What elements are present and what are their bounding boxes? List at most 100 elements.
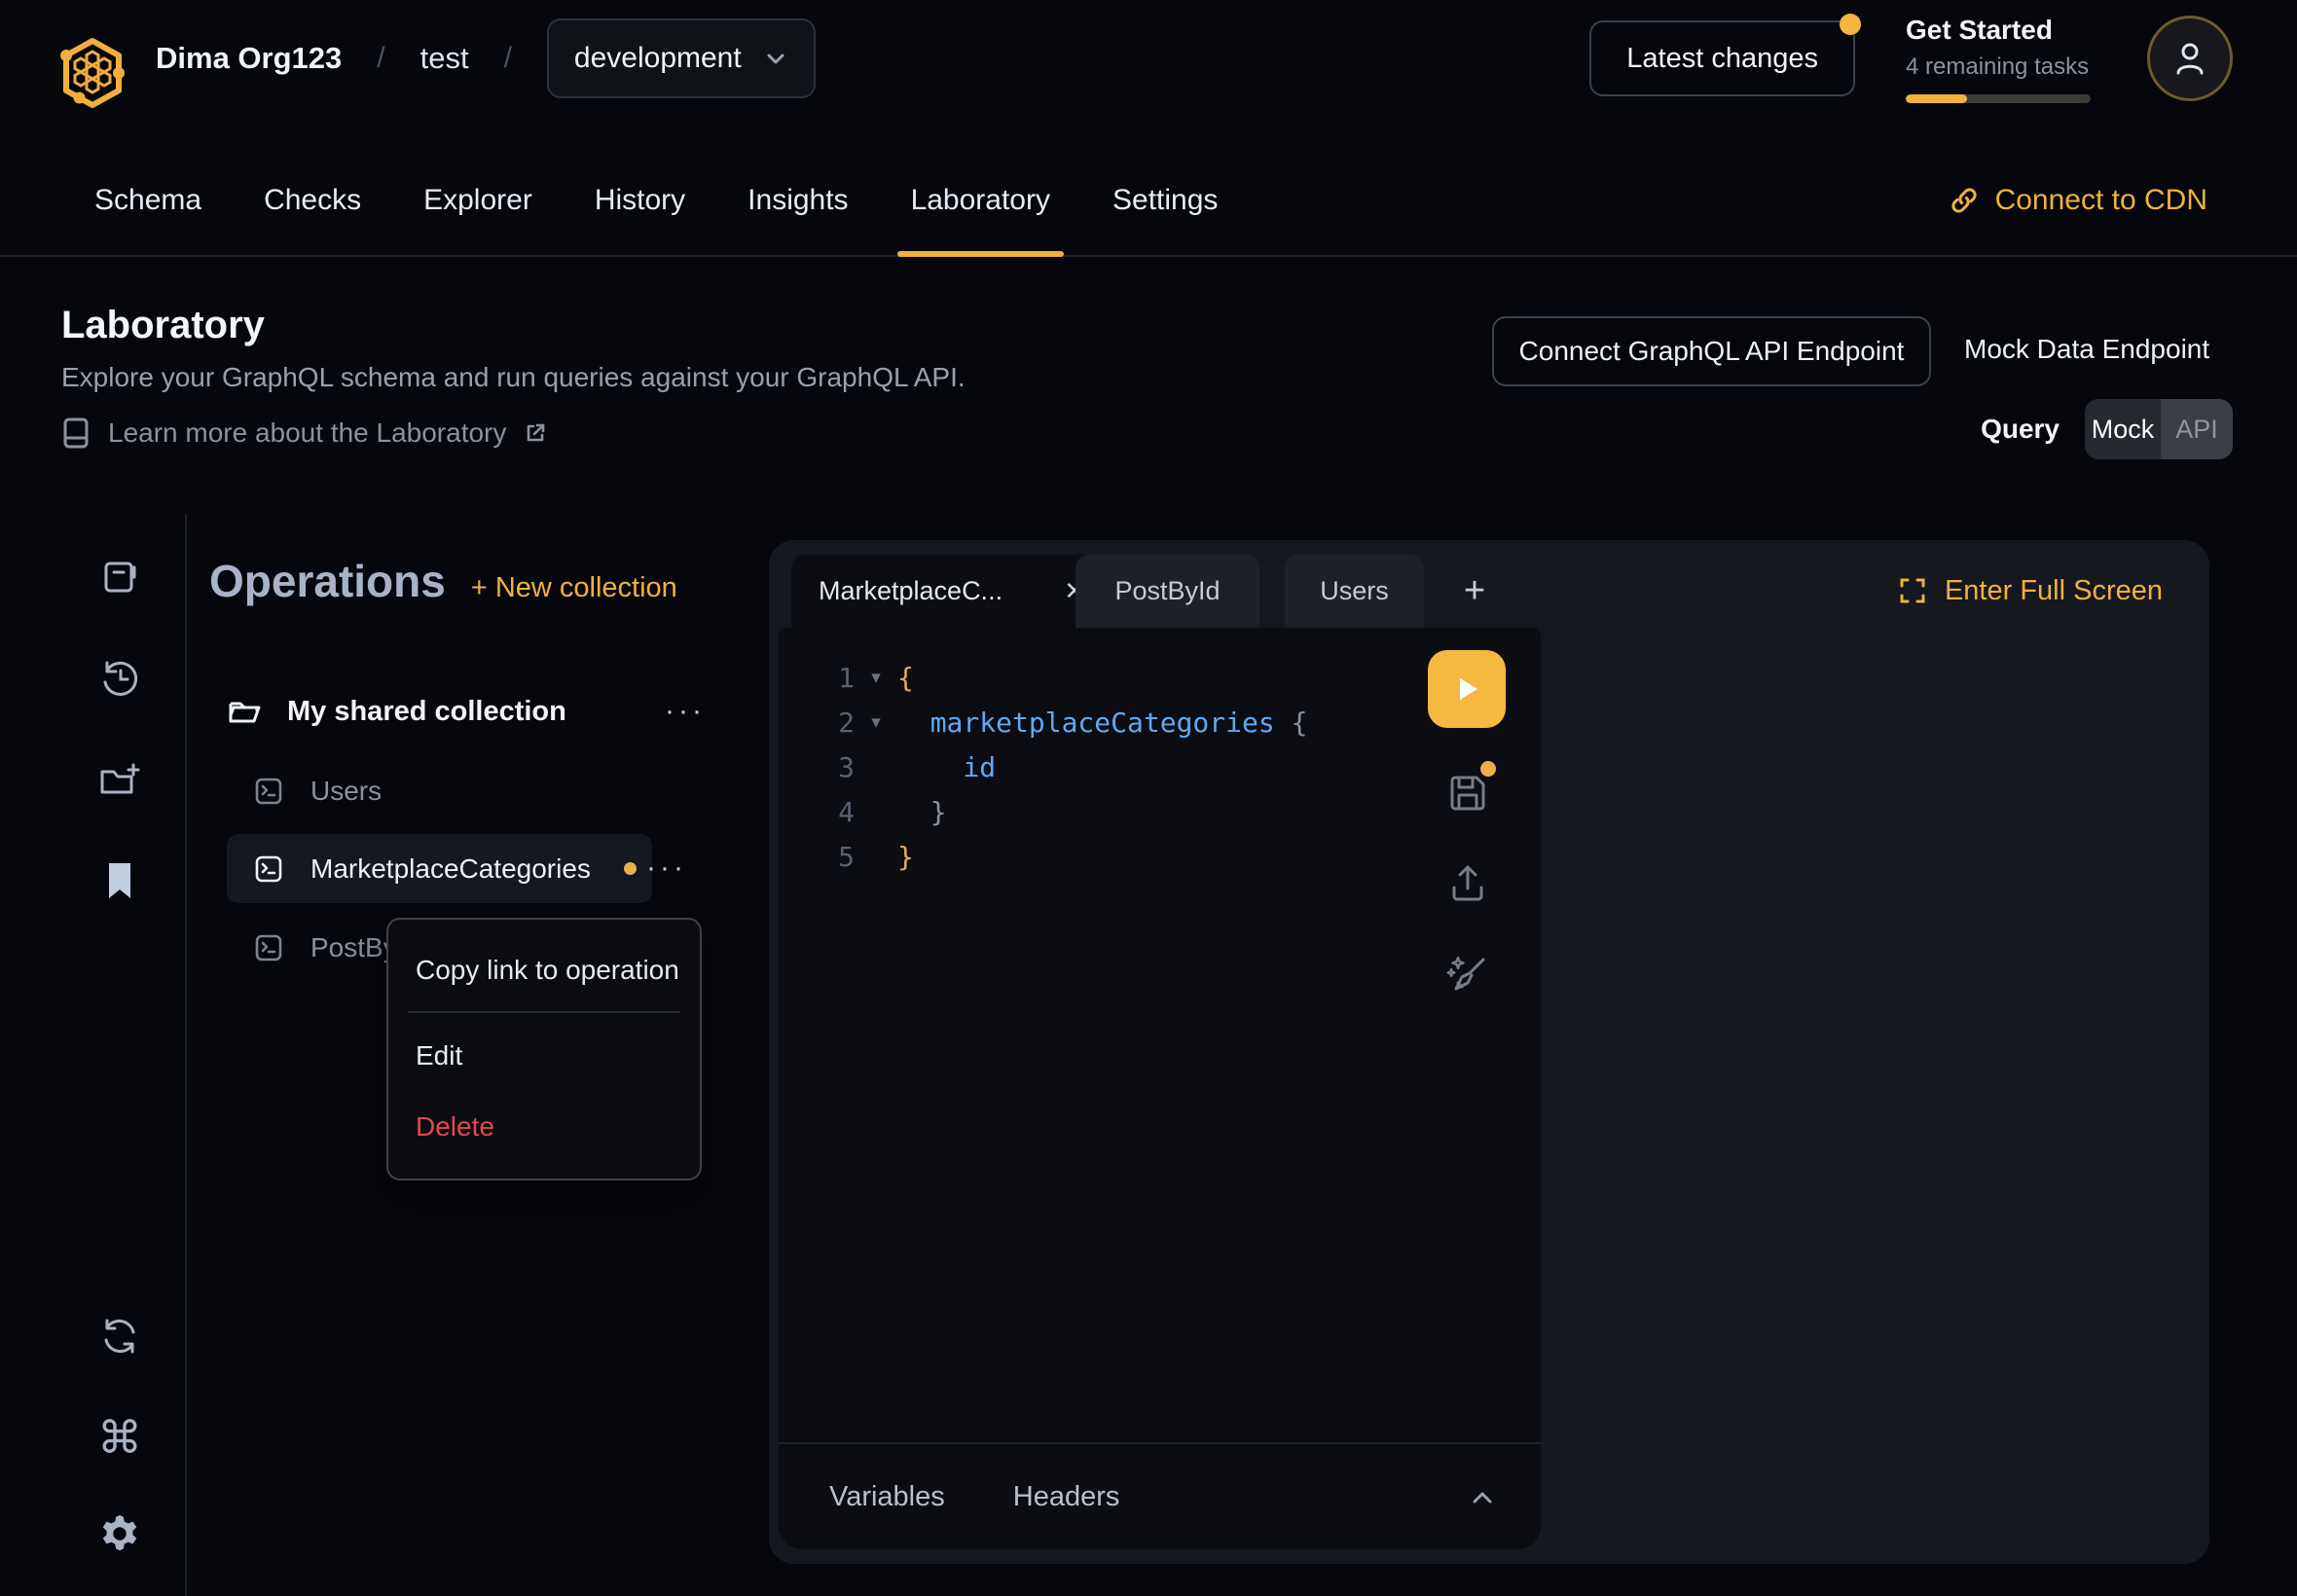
code-area: 1 ▾ { 2 ▾ marketplaceCategories { 3 id 4 xyxy=(779,655,1541,879)
run-query-button[interactable] xyxy=(1428,650,1506,728)
operation-terminal-icon xyxy=(254,777,283,806)
operations-heading: Operations xyxy=(209,555,446,607)
save-operation-button[interactable] xyxy=(1443,769,1492,817)
toggle-option-mock[interactable]: Mock xyxy=(2085,399,2161,459)
new-tab-button[interactable]: + xyxy=(1445,555,1504,628)
new-collection-button[interactable]: + New collection xyxy=(471,572,677,604)
menu-divider xyxy=(408,1011,680,1013)
code-line: 5 } xyxy=(779,834,1541,879)
operation-context-menu: Copy link to operation Edit Delete xyxy=(386,918,702,1180)
breadcrumb-org[interactable]: Dima Org123 xyxy=(156,41,342,76)
connect-to-cdn-label: Connect to CDN xyxy=(1995,184,2207,217)
header-right: Latest changes Get Started 4 remaining t… xyxy=(1589,0,2233,117)
code-line: 3 id xyxy=(779,744,1541,789)
menu-item-copy-link[interactable]: Copy link to operation xyxy=(416,955,679,986)
unsaved-changes-dot xyxy=(1480,761,1496,777)
learn-more-link[interactable]: Learn more about the Laboratory xyxy=(61,417,547,450)
operation-name: MarketplaceCategories xyxy=(310,853,591,885)
target-selector[interactable]: development xyxy=(547,18,816,98)
hive-logo-icon[interactable] xyxy=(58,35,127,111)
code-token-group: marketplaceCategories { xyxy=(897,707,1307,739)
sync-icon[interactable] xyxy=(97,1314,142,1359)
user-avatar[interactable] xyxy=(2147,16,2233,101)
book-icon xyxy=(61,417,91,450)
tab-insights[interactable]: Insights xyxy=(747,146,848,255)
operation-row-marketplace-categories[interactable]: MarketplaceCategories xyxy=(227,834,652,903)
breadcrumb-project[interactable]: test xyxy=(420,41,469,76)
breadcrumb-separator: / xyxy=(377,42,384,75)
query-editor[interactable]: 1 ▾ { 2 ▾ marketplaceCategories { 3 id 4 xyxy=(779,628,1541,1549)
link-icon xyxy=(1949,185,1980,216)
prettify-broom-icon[interactable] xyxy=(1443,949,1492,998)
editor-tab-marketplace[interactable]: MarketplaceC... ✕ xyxy=(791,555,1112,628)
operation-terminal-icon xyxy=(254,933,283,962)
person-icon xyxy=(2169,38,2210,79)
latest-changes-button[interactable]: Latest changes xyxy=(1589,20,1855,96)
app-header: Dima Org123 / test / development Latest … xyxy=(0,0,2297,117)
breadcrumb: Dima Org123 / test / development xyxy=(156,0,816,117)
tab-variables[interactable]: Variables xyxy=(829,1481,945,1513)
toggle-option-api[interactable]: API xyxy=(2161,399,2233,459)
mock-data-endpoint-button[interactable]: Mock Data Endpoint xyxy=(1964,316,2209,382)
tab-headers[interactable]: Headers xyxy=(1013,1481,1120,1513)
settings-gear-icon[interactable] xyxy=(97,1511,142,1556)
bookmark-icon[interactable] xyxy=(97,858,142,903)
primary-nav: Schema Checks Explorer History Insights … xyxy=(0,146,2297,257)
more-options-icon[interactable]: ··· xyxy=(638,837,696,899)
editor-tab-postbyid[interactable]: PostById xyxy=(1076,555,1259,628)
new-collection-folder-icon[interactable] xyxy=(97,757,142,802)
external-link-icon xyxy=(524,421,547,445)
tab-explorer[interactable]: Explorer xyxy=(423,146,532,255)
latest-changes-label: Latest changes xyxy=(1626,43,1818,75)
editor-tab-users[interactable]: Users xyxy=(1285,555,1424,628)
page-title: Laboratory xyxy=(61,304,265,347)
operation-terminal-icon xyxy=(254,854,283,884)
code-token: id xyxy=(897,751,996,783)
code-token: marketplaceCategories xyxy=(930,707,1275,739)
share-operation-button[interactable] xyxy=(1443,859,1492,908)
code-token: { xyxy=(1275,707,1308,739)
get-started-widget[interactable]: Get Started 4 remaining tasks xyxy=(1906,15,2096,103)
collection-row-my-shared[interactable]: My shared collection ··· xyxy=(227,681,706,742)
connect-to-cdn-link[interactable]: Connect to CDN xyxy=(1949,146,2207,255)
menu-item-delete[interactable]: Delete xyxy=(416,1111,494,1143)
get-started-progress-fill xyxy=(1906,94,1967,103)
fold-arrow-icon[interactable]: ▾ xyxy=(855,667,897,689)
operation-row-users[interactable]: Users xyxy=(227,763,663,819)
get-started-subtitle: 4 remaining tasks xyxy=(1906,54,2096,81)
code-line: 2 ▾ marketplaceCategories { xyxy=(779,700,1541,744)
collapse-chevron-icon[interactable] xyxy=(1467,1444,1498,1551)
fullscreen-icon xyxy=(1898,576,1927,605)
rail-divider xyxy=(185,514,187,1596)
folder-open-icon xyxy=(227,696,262,727)
laboratory-page: Dima Org123 / test / development Latest … xyxy=(0,0,2297,1596)
code-token: } xyxy=(897,841,914,873)
editor-tab-label: Users xyxy=(1320,576,1389,606)
history-icon[interactable] xyxy=(97,656,142,701)
notification-dot xyxy=(1840,14,1861,35)
tab-checks[interactable]: Checks xyxy=(264,146,361,255)
archive-icon[interactable] xyxy=(97,555,142,599)
chevron-down-icon xyxy=(763,46,788,71)
tab-settings[interactable]: Settings xyxy=(1112,146,1218,255)
operations-header: Operations + New collection xyxy=(209,555,677,607)
nav-tab-list: Schema Checks Explorer History Insights … xyxy=(94,146,1218,255)
tab-schema[interactable]: Schema xyxy=(94,146,201,255)
line-number: 4 xyxy=(779,796,855,828)
enter-full-screen-label: Enter Full Screen xyxy=(1945,575,2163,607)
tab-laboratory[interactable]: Laboratory xyxy=(911,146,1050,255)
get-started-progressbar xyxy=(1906,94,2091,103)
connect-graphql-endpoint-button[interactable]: Connect GraphQL API Endpoint xyxy=(1492,316,1931,386)
operation-name: Users xyxy=(310,776,382,807)
enter-full-screen-button[interactable]: Enter Full Screen xyxy=(1898,562,2163,620)
more-options-icon[interactable]: ··· xyxy=(665,695,706,728)
code-token: { xyxy=(897,662,914,694)
fold-arrow-icon[interactable]: ▾ xyxy=(855,711,897,734)
menu-item-edit[interactable]: Edit xyxy=(416,1040,462,1071)
line-number: 3 xyxy=(779,751,855,783)
command-palette-icon[interactable]: ⌘ xyxy=(97,1415,142,1460)
mock-data-endpoint-label: Mock Data Endpoint xyxy=(1964,334,2209,365)
tab-history[interactable]: History xyxy=(595,146,685,255)
get-started-title: Get Started xyxy=(1906,15,2096,46)
breadcrumb-separator: / xyxy=(504,42,512,75)
